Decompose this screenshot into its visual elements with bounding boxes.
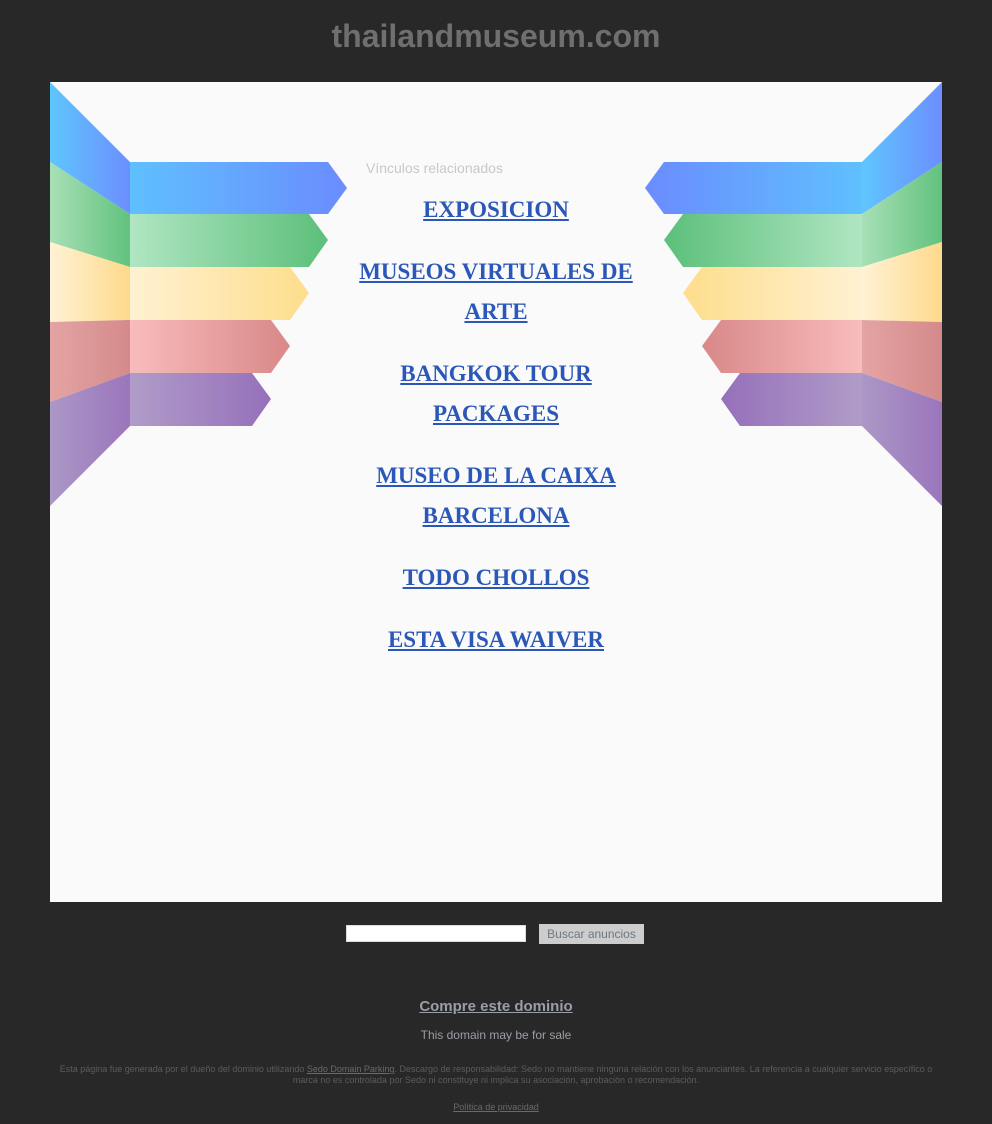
- related-link-museo-caixa[interactable]: MUSEO DE LA CAIXA BARCELONA: [346, 456, 646, 536]
- site-domain-title: thailandmuseum.com: [331, 18, 661, 54]
- ad-search-input[interactable]: [346, 925, 526, 942]
- disclaimer-text: Esta página fue generada por el dueño de…: [50, 1064, 942, 1086]
- disclaimer-intro: Esta página fue generada por el dueño de…: [59, 1064, 307, 1074]
- domain-sale-notice: This domain may be for sale: [420, 1028, 572, 1042]
- sedo-parking-link[interactable]: Sedo Domain Parking: [307, 1064, 395, 1074]
- related-link-museos-virtuales[interactable]: MUSEOS VIRTUALES DE ARTE: [346, 252, 646, 332]
- privacy-policy-link[interactable]: Política de privacidad: [0, 1102, 992, 1112]
- related-link-exposicion[interactable]: EXPOSICION: [346, 190, 646, 230]
- related-link-bangkok-tour[interactable]: BANGKOK TOUR PACKAGES: [346, 354, 646, 434]
- related-link-esta-visa[interactable]: ESTA VISA WAIVER: [346, 620, 646, 660]
- related-link-todo-chollos[interactable]: TODO CHOLLOS: [346, 558, 646, 598]
- related-links-label: Vínculos relacionados: [366, 160, 503, 176]
- buy-domain-link[interactable]: Compre este dominio: [0, 998, 992, 1015]
- ads-panel: Vínculos relacionados EXPOSICION MUSEOS …: [50, 82, 942, 902]
- related-links: Vínculos relacionados EXPOSICION MUSEOS …: [346, 160, 646, 682]
- ad-search-bar: Buscar anuncios: [0, 924, 992, 944]
- search-ads-button[interactable]: Buscar anuncios: [539, 924, 644, 944]
